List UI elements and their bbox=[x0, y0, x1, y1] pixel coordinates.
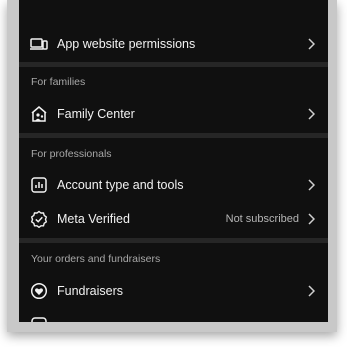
subscription-status: Not subscribed bbox=[225, 213, 299, 225]
fundraisers-row[interactable]: Fundraisers bbox=[19, 273, 328, 309]
chevron-right-icon bbox=[307, 38, 315, 50]
chevron-right-icon bbox=[307, 179, 315, 191]
verified-badge-icon bbox=[30, 210, 48, 228]
family-center-label: Family Center bbox=[57, 107, 135, 121]
device-icon bbox=[30, 35, 48, 53]
app-website-permissions-label: App website permissions bbox=[57, 37, 196, 51]
chevron-right-icon bbox=[307, 213, 315, 225]
settings-panel: App website permissions For families Fam… bbox=[19, 0, 328, 322]
chevron-right-icon bbox=[307, 108, 315, 120]
fundraisers-label: Fundraisers bbox=[57, 284, 123, 298]
chevron-right-icon bbox=[307, 285, 315, 297]
orders-fundraisers-header: Your orders and fundraisers bbox=[31, 253, 161, 265]
section-divider bbox=[19, 133, 328, 138]
bar-chart-icon bbox=[30, 176, 48, 194]
family-center-row[interactable]: Family Center bbox=[19, 96, 328, 132]
meta-verified-label: Meta Verified bbox=[57, 212, 130, 226]
fundraiser-icon bbox=[30, 282, 48, 300]
next-row-icon bbox=[30, 316, 48, 322]
meta-verified-row[interactable]: Meta Verified Not subscribed bbox=[19, 201, 328, 237]
app-website-permissions-row[interactable]: App website permissions bbox=[19, 26, 328, 62]
section-divider bbox=[19, 238, 328, 243]
account-type-tools-label: Account type and tools bbox=[57, 178, 184, 192]
for-families-header: For families bbox=[31, 76, 86, 88]
account-type-tools-row[interactable]: Account type and tools bbox=[19, 167, 328, 203]
for-professionals-header: For professionals bbox=[31, 148, 112, 160]
section-divider bbox=[19, 62, 328, 67]
family-home-icon bbox=[30, 105, 48, 123]
